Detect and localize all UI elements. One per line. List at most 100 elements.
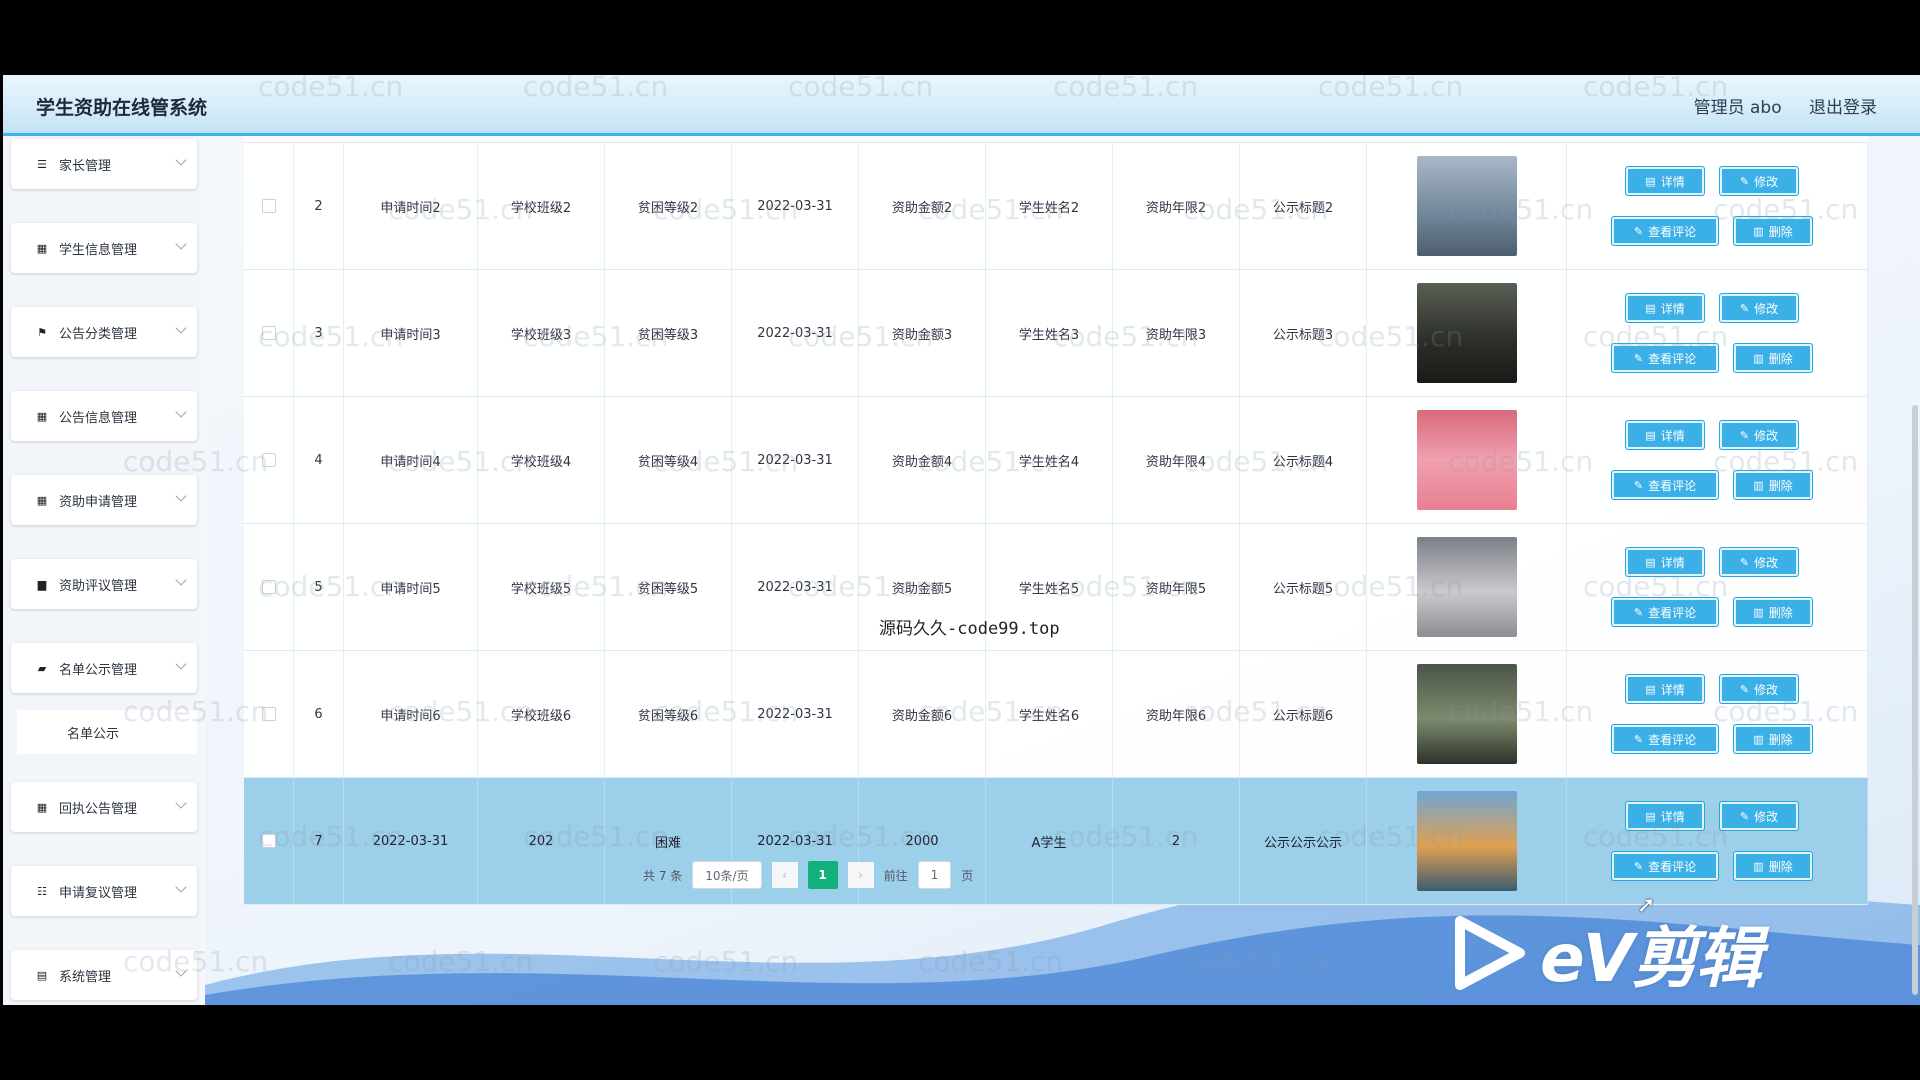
view-comments-icon: ✎ (1633, 478, 1644, 492)
student-photo[interactable] (1416, 537, 1517, 637)
delete-button[interactable]: ▥ 删除 (1733, 597, 1813, 627)
sidebar-item-label: 资助申请管理 (59, 494, 138, 510)
play-icon (1455, 916, 1525, 990)
sidebar-item[interactable]: ▆ 资助评议管理 (11, 559, 197, 609)
edit-button[interactable]: ✎ 修改 (1719, 166, 1799, 196)
row-checkbox[interactable] (261, 580, 276, 594)
sidebar-item[interactable]: ▦ 资助申请管理 (11, 475, 197, 525)
view-comments-button[interactable]: ✎ 查看评论 (1611, 470, 1719, 500)
delete-icon: ▥ (1753, 605, 1764, 619)
detail-button-label: 详情 (1660, 428, 1685, 443)
detail-button[interactable]: ▤ 详情 (1625, 293, 1705, 323)
student-photo[interactable] (1416, 156, 1517, 256)
edit-button[interactable]: ✎ 修改 (1719, 420, 1799, 450)
edit-button[interactable]: ✎ 修改 (1719, 293, 1799, 323)
delete-button[interactable]: ▥ 删除 (1733, 343, 1813, 373)
row-checkbox[interactable] (261, 707, 276, 721)
view-comments-button[interactable]: ✎ 查看评论 (1611, 597, 1719, 627)
prev-page-icon[interactable]: ‹ (771, 862, 798, 888)
view-comments-button[interactable]: ✎ 查看评论 (1611, 216, 1719, 246)
sidebar-item[interactable]: ☰ 家长管理 (11, 139, 197, 189)
table-row[interactable]: 7 2022-03-31 202 困难 2022-03-31 2000 A学生 2 公示公示公示… (244, 778, 1868, 905)
logout-button[interactable]: 退出登录 (1809, 98, 1877, 118)
grid-icon: ▦ (36, 409, 48, 423)
apply-time: 2022-03-31 (344, 778, 478, 904)
edit-icon: ✎ (1739, 682, 1750, 696)
edit-button[interactable]: ✎ 修改 (1719, 547, 1799, 577)
sidebar-item[interactable]: ▦ 公告信息管理 (11, 391, 197, 441)
detail-button[interactable]: ▤ 详情 (1625, 547, 1705, 577)
next-page-icon[interactable]: › (847, 862, 874, 888)
table-row[interactable]: 6 申请时间6 学校班级6 贫困等级6 2022-03-31 资助金额6 学生姓名6 资助年限… (244, 651, 1868, 778)
delete-button-label: 删除 (1768, 224, 1793, 239)
delete-button-label: 删除 (1768, 478, 1793, 493)
actions-cell: ▤ 详情 ✎ 修改 ✎ 查看评论 ▥ 删除 (1567, 143, 1868, 269)
table-row[interactable]: 3 申请时间3 学校班级3 贫困等级3 2022-03-31 资助金额3 学生姓名3 资助年限… (244, 270, 1868, 397)
actions-cell: ▤ 详情 ✎ 修改 ✎ 查看评论 ▥ 删除 (1567, 524, 1868, 650)
edit-button[interactable]: ✎ 修改 (1719, 674, 1799, 704)
row-checkbox[interactable] (261, 453, 276, 467)
actions-cell: ▤ 详情 ✎ 修改 ✎ 查看评论 ▥ 删除 (1567, 778, 1868, 904)
row-checkbox[interactable] (261, 326, 276, 340)
pagination: 共 7 条 10条/页 ‹ 1 › 前往 1 页 (643, 860, 973, 890)
photo-cell (1367, 270, 1567, 396)
delete-button[interactable]: ▥ 删除 (1733, 851, 1813, 881)
detail-button-label: 详情 (1660, 301, 1685, 316)
view-comments-button-label: 查看评论 (1648, 732, 1697, 747)
sidebar-item-label: 回执公告管理 (59, 801, 138, 817)
sidebar-item-label: 公告信息管理 (59, 410, 138, 426)
page-number-current[interactable]: 1 (807, 861, 838, 889)
detail-button[interactable]: ▤ 详情 (1625, 674, 1705, 704)
aid-amount: 资助金额3 (859, 270, 986, 396)
delete-button[interactable]: ▥ 删除 (1733, 724, 1813, 754)
sidebar-item[interactable]: ⚑ 公告分类管理 (11, 307, 197, 357)
data-table: 2 申请时间2 学校班级2 贫困等级2 2022-03-31 资助金额2 学生姓名2 资助年限… (244, 136, 1868, 905)
delete-button[interactable]: ▥ 删除 (1733, 470, 1813, 500)
view-comments-button-label: 查看评论 (1648, 859, 1697, 874)
chevron-down-icon (175, 881, 187, 893)
table-row[interactable]: 4 申请时间4 学校班级4 贫困等级4 2022-03-31 资助金额4 学生姓名4 资助年限… (244, 397, 1868, 524)
checkbox-cell (244, 524, 294, 650)
checkbox-cell (244, 143, 294, 269)
flag-icon: ⚑ (37, 325, 47, 339)
view-comments-button[interactable]: ✎ 查看评论 (1611, 724, 1719, 754)
sidebar-item[interactable]: ▰ 名单公示管理 (11, 643, 197, 693)
student-name: 学生姓名2 (986, 143, 1113, 269)
sidebar-item[interactable]: ▦ 学生信息管理 (11, 223, 197, 273)
student-photo[interactable] (1416, 791, 1517, 891)
detail-button[interactable]: ▤ 详情 (1625, 801, 1705, 831)
delete-button[interactable]: ▥ 删除 (1733, 216, 1813, 246)
edit-icon: ✎ (1739, 174, 1750, 188)
chevron-down-icon (175, 154, 187, 166)
chevron-down-icon (175, 322, 187, 334)
checkbox-cell (244, 270, 294, 396)
sidebar-item[interactable]: ▦ 回执公告管理 (11, 782, 197, 832)
edit-button-label: 修改 (1754, 301, 1779, 316)
edit-button[interactable]: ✎ 修改 (1719, 801, 1799, 831)
publicity-title: 公示标题3 (1240, 270, 1367, 396)
sidebar-item[interactable]: ▤ 系统管理 (11, 950, 197, 1000)
sidebar-item-label: 申请复议管理 (59, 885, 138, 901)
student-photo[interactable] (1416, 283, 1517, 383)
row-checkbox[interactable] (261, 199, 276, 213)
edit-button-label: 修改 (1754, 174, 1779, 189)
row-checkbox[interactable] (261, 834, 276, 848)
table-row[interactable]: 2 申请时间2 学校班级2 贫困等级2 2022-03-31 资助金额2 学生姓名2 资助年限… (244, 143, 1868, 270)
sidebar-item[interactable]: ☷ 申请复议管理 (11, 866, 197, 916)
sidebar: ☰ 家长管理 ▦ 学生信息管理 ⚑ 公告分类管理 ▦ 公告信息管理 ▦ 资助申请管理 ▆ 资助评议管理… (3, 136, 201, 1005)
detail-button[interactable]: ▤ 详情 (1625, 166, 1705, 196)
detail-button-label: 详情 (1660, 682, 1685, 697)
admin-label[interactable]: 管理员 abo (1694, 98, 1782, 118)
submenu-item-list-publicity[interactable]: 名单公示 (17, 710, 197, 754)
view-comments-button[interactable]: ✎ 查看评论 (1611, 343, 1719, 373)
student-photo[interactable] (1416, 410, 1517, 510)
view-comments-button[interactable]: ✎ 查看评论 (1611, 851, 1719, 881)
detail-button[interactable]: ▤ 详情 (1625, 420, 1705, 450)
delete-button-label: 删除 (1768, 732, 1793, 747)
student-photo[interactable] (1416, 664, 1517, 764)
goto-page-input[interactable]: 1 (917, 861, 952, 889)
scrollbar[interactable] (1912, 405, 1918, 995)
main-content: 2 申请时间2 学校班级2 贫困等级2 2022-03-31 资助金额2 学生姓名2 资助年限… (205, 136, 1920, 1005)
actions-cell: ▤ 详情 ✎ 修改 ✎ 查看评论 ▥ 删除 (1567, 397, 1868, 523)
page-size-select[interactable]: 10条/页 (692, 861, 762, 889)
